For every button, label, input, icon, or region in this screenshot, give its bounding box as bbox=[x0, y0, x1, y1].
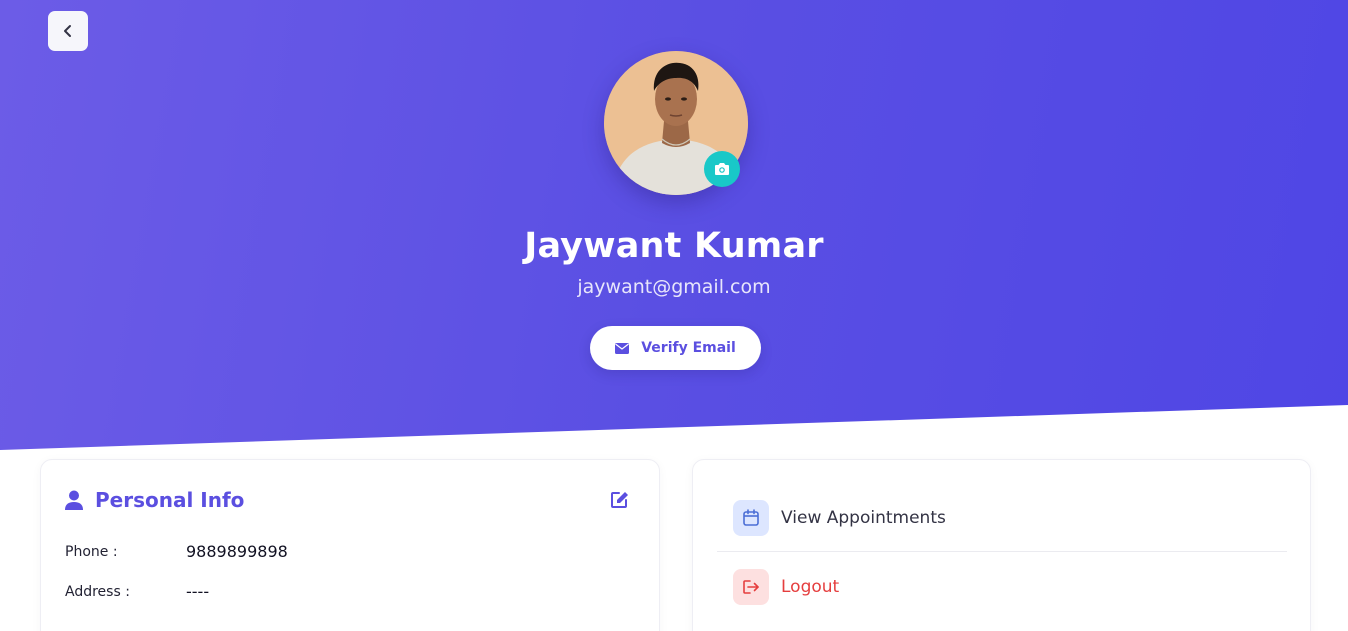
calendar-icon-badge bbox=[733, 500, 769, 536]
phone-label: Phone : bbox=[65, 543, 118, 560]
chevron-left-icon bbox=[64, 25, 71, 37]
profile-page: Jaywant Kumar jaywant@gmail.com Verify E… bbox=[0, 0, 1348, 631]
actions-card: View Appointments Logout bbox=[692, 459, 1311, 631]
phone-value: 9889899898 bbox=[186, 542, 288, 561]
profile-name: Jaywant Kumar bbox=[524, 226, 824, 266]
edit-icon bbox=[611, 492, 628, 508]
address-value: ---- bbox=[186, 582, 210, 601]
change-photo-button[interactable] bbox=[704, 151, 740, 187]
logout-label: Logout bbox=[781, 577, 840, 597]
profile-email: jaywant@gmail.com bbox=[577, 276, 771, 298]
envelope-icon bbox=[615, 342, 630, 354]
logout-link[interactable]: Logout bbox=[733, 569, 839, 605]
camera-icon bbox=[715, 163, 729, 175]
avatar-container bbox=[604, 51, 748, 195]
logout-icon bbox=[743, 580, 759, 594]
view-appointments-link[interactable]: View Appointments bbox=[733, 500, 946, 536]
edit-personal-info-button[interactable] bbox=[610, 490, 630, 510]
personal-info-title: Personal Info bbox=[95, 488, 245, 512]
verify-email-button[interactable]: Verify Email bbox=[590, 326, 761, 370]
address-label: Address : bbox=[65, 583, 130, 600]
view-appointments-label: View Appointments bbox=[781, 508, 946, 528]
user-icon bbox=[65, 490, 83, 510]
menu-divider bbox=[717, 551, 1287, 552]
back-button[interactable] bbox=[48, 11, 88, 51]
calendar-icon bbox=[743, 509, 759, 526]
personal-info-header: Personal Info bbox=[65, 488, 244, 512]
logout-icon-badge bbox=[733, 569, 769, 605]
address-row: Address : ---- bbox=[65, 582, 209, 601]
verify-email-label: Verify Email bbox=[641, 340, 736, 356]
phone-row: Phone : 9889899898 bbox=[65, 542, 288, 561]
personal-info-card: Personal Info Phone : 9889899898 Address… bbox=[40, 459, 660, 631]
